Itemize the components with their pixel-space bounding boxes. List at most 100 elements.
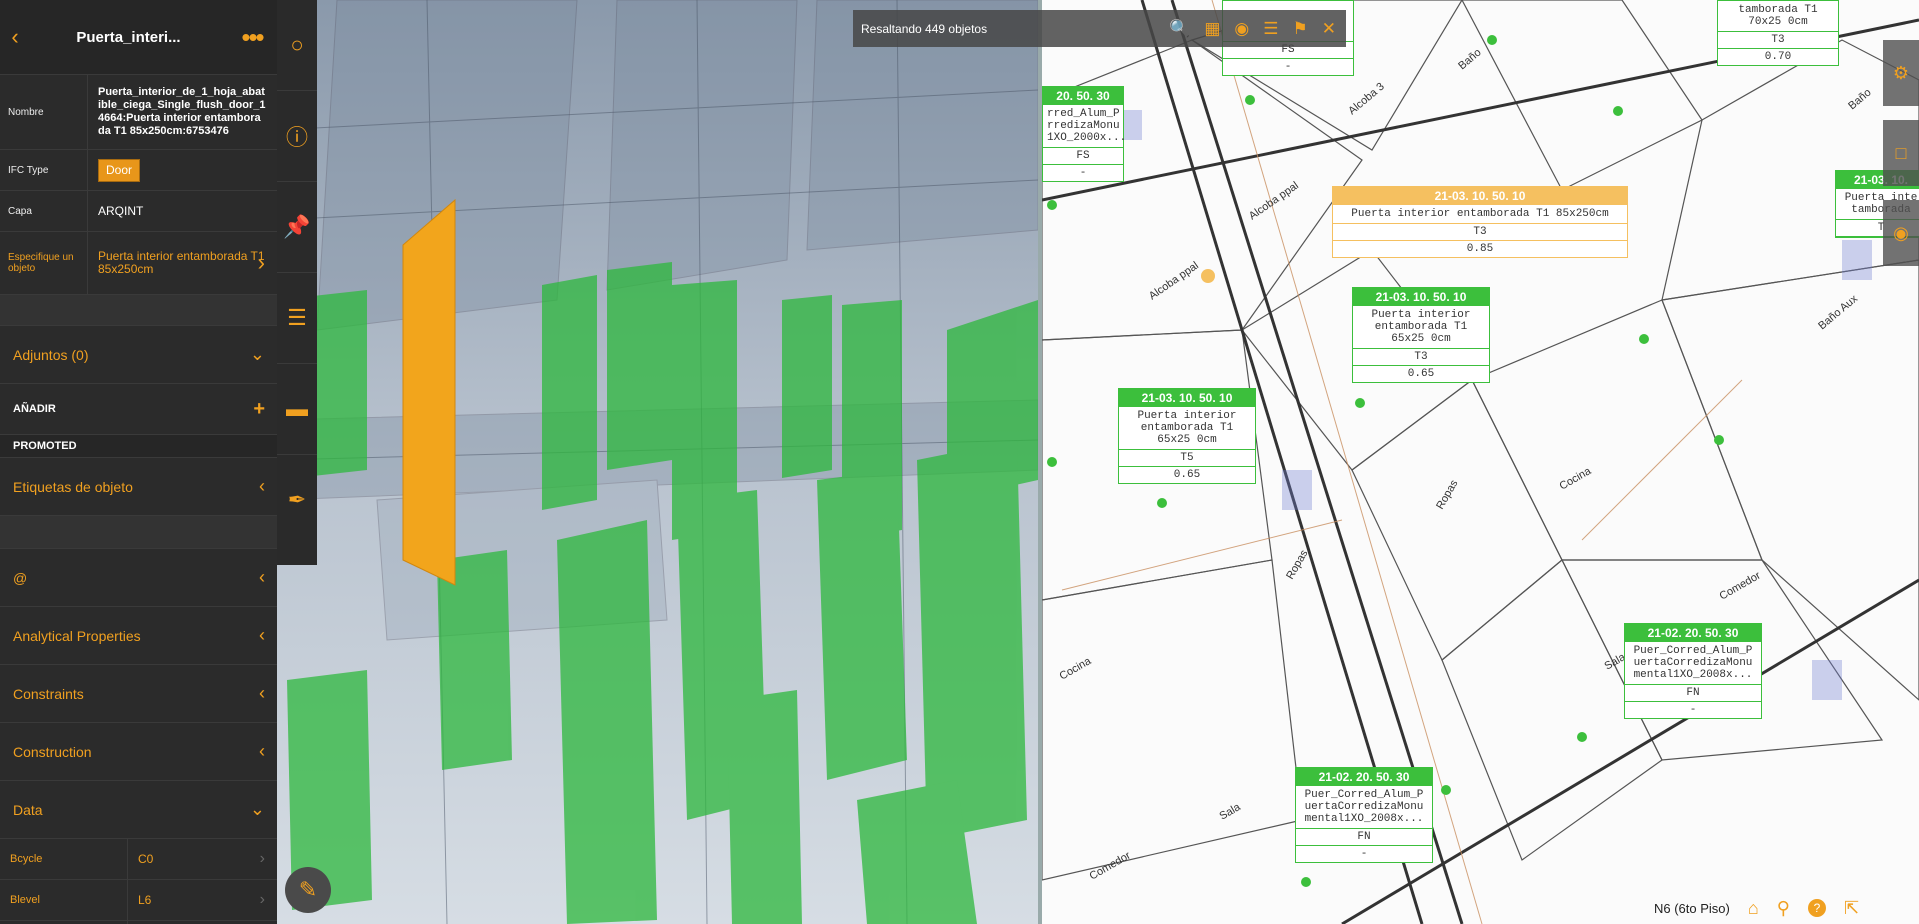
tag-type: T5 (1119, 450, 1255, 467)
add-attachment-row[interactable]: AÑADIR + (0, 383, 277, 434)
tag-value: 0.70 (1764, 51, 1792, 63)
section-label: PROMOTED (13, 440, 77, 452)
tag-description: Puerta interior entamborada T1 85x250cm (1333, 205, 1627, 224)
plus-icon[interactable]: + (253, 398, 265, 421)
highlight-banner: Resaltando 449 objetos 🔍 ▦ ◉ ☰ ⚑ ✕ (853, 10, 1346, 47)
banner-toolbar: 🔍 ▦ ◉ ☰ ⚑ ✕ (1169, 19, 1336, 39)
tag-code: 21-03. 10. 50. 10 (1333, 187, 1627, 205)
section-constraints[interactable]: Constraints ‹ (0, 664, 277, 722)
circle-select-icon[interactable]: ○ (277, 0, 317, 91)
tag-code: 21-03. 10. 50. 10 (1119, 389, 1255, 407)
object-tag[interactable]: 21-02. 20. 50. 30 Puer_Corred_Alum_P uer… (1624, 623, 1762, 719)
tag-description: Puer_Corred_Alum_P uertaCorredizaMonu me… (1296, 786, 1432, 829)
sheet-icon[interactable]: □ (1883, 120, 1919, 186)
tag-icon[interactable]: ⚑ (1293, 19, 1308, 39)
object-tag[interactable]: tamborada T1 70x25 0cm T3 0.70 (1717, 0, 1839, 66)
layers-icon[interactable]: ▦ (1204, 19, 1220, 39)
object-tag[interactable]: 21-03. 10. 50. 10 Puerta interior entamb… (1352, 287, 1490, 383)
tag-description: Puerta interior entamborada T1 65x25 0cm (1119, 407, 1255, 450)
3d-viewport[interactable] (277, 0, 1038, 924)
object-tag[interactable]: 20. 50. 30 rred_Alum_P rredizaMonu 1XO_2… (1042, 86, 1126, 182)
floor-plan-view[interactable]: Alcoba ppal Alcoba ppal Alcoba 3 Baño Ba… (1042, 0, 1919, 924)
section-data[interactable]: Data ⌄ (0, 780, 277, 838)
data-prop-row[interactable]: Bphase A3› (0, 920, 277, 924)
prop-key: Especifique un objeto (0, 232, 88, 294)
split-divider[interactable] (1038, 0, 1042, 924)
back-icon[interactable]: ‹ (0, 24, 30, 50)
info-icon[interactable]: ⓘ (277, 91, 317, 182)
train-icon[interactable]: ▬ (277, 364, 317, 455)
section-construction[interactable]: Construction ‹ (0, 722, 277, 780)
chevron-left-icon: ‹ (259, 683, 265, 703)
prop-value-wrap: C0 › (128, 839, 277, 879)
tag-description: tamborada T1 70x25 0cm (1718, 1, 1838, 32)
prop-value-wrap: Door (88, 150, 277, 190)
prop-value: C0 (138, 852, 154, 866)
tag-type: T3 (1333, 224, 1627, 241)
section-etiquetas[interactable]: Etiquetas de objeto ‹ (0, 457, 277, 515)
panel-title: Puerta_interi... (76, 28, 181, 46)
zoom-icon[interactable]: 🔍 (1169, 19, 1190, 39)
floor-label[interactable]: N6 (6to Piso) (1654, 901, 1730, 916)
chevron-right-icon: › (257, 250, 265, 275)
settings-icon[interactable]: ⚙ (1883, 40, 1919, 106)
visibility-icon[interactable]: ◉ (1883, 200, 1919, 266)
tag-value: - (1689, 704, 1697, 716)
tag-type: FS (1043, 148, 1123, 165)
prop-value: Puerta interior entamborada T1 85x250cm (98, 249, 265, 276)
chevron-down-icon: ⌄ (249, 799, 265, 819)
object-tag[interactable]: 21-02. 20. 50. 30 Puer_Corred_Alum_P uer… (1295, 767, 1433, 863)
prop-value: L6 (138, 893, 152, 907)
expand-icon[interactable]: ⇱ (1844, 898, 1859, 919)
tag-value: - (1360, 848, 1368, 860)
prop-especifique[interactable]: Especifique un objeto Puerta interior en… (0, 231, 277, 294)
data-prop-row[interactable]: Bcycle C0 › (0, 838, 277, 879)
filter-icon[interactable]: ◉ (1234, 19, 1249, 39)
3d-scene (277, 0, 1038, 924)
prop-key: Blevel (0, 880, 128, 920)
section-analytical[interactable]: Analytical Properties ‹ (0, 606, 277, 664)
measure-icon[interactable]: ✒ (277, 455, 317, 545)
chevron-left-icon: ‹ (259, 476, 265, 496)
chevron-right-icon: › (259, 891, 265, 908)
prop-nombre: Nombre Puerta_interior_de_1_hoja_abatibl… (0, 74, 277, 149)
tool-strip: ○ ⓘ 📌 ☰ ▬ ✒ (277, 0, 317, 565)
selected-object-tag[interactable]: 21-03. 10. 50. 10 Puerta interior entamb… (1332, 186, 1628, 258)
close-icon[interactable]: ✕ (1322, 19, 1336, 39)
tag-value: 0.65 (1173, 469, 1201, 481)
data-prop-row[interactable]: Blevel L6 › (0, 879, 277, 920)
plan-bottom-bar: N6 (6to Piso) ⌂ ⚲ ? ⇱ (1654, 892, 1919, 924)
prop-ifc-type: IFC Type Door (0, 149, 277, 190)
tag-value: - (1079, 167, 1087, 179)
chevron-right-icon: › (259, 850, 265, 867)
section-label: Construction (13, 743, 92, 760)
more-options-icon[interactable]: ••• (227, 22, 277, 53)
help-icon[interactable]: ? (1807, 899, 1826, 917)
promoted-header: PROMOTED (0, 434, 277, 457)
highlight-count-text: Resaltando 449 objetos (861, 21, 988, 36)
home-icon[interactable]: ⌂ (1748, 898, 1759, 919)
tag-description: Puerta interior entamborada T1 65x25 0cm (1353, 306, 1489, 349)
section-label: Data (13, 801, 43, 818)
tag-value: 0.85 (1466, 243, 1494, 255)
tag-value: - (1284, 61, 1292, 73)
pin-icon[interactable]: 📌 (277, 182, 317, 273)
selected-door[interactable] (402, 198, 456, 586)
tag-code: 21-03. 10. 50. 10 (1353, 288, 1489, 306)
prop-value: ARQINT (98, 203, 144, 218)
search-icon[interactable]: ⚲ (1777, 898, 1790, 919)
prop-key: Nombre (0, 75, 88, 149)
section-label: Analytical Properties (13, 627, 141, 644)
properties-panel: ‹ Puerta_interi... ••• Nombre Puerta_int… (0, 0, 277, 924)
chevron-left-icon: ‹ (259, 625, 265, 645)
tag-type: T3 (1353, 349, 1489, 366)
object-tag[interactable]: 21-03. 10. 50. 10 Puerta interior entamb… (1118, 388, 1256, 484)
section-adjuntos[interactable]: Adjuntos (0) ⌄ (0, 325, 277, 383)
divider (0, 294, 277, 325)
markup-pen-icon[interactable]: ✎ (285, 867, 331, 913)
section-label: Constraints (13, 685, 84, 702)
tag-code: 21-02. 20. 50. 30 (1625, 624, 1761, 642)
sheet-icon[interactable]: ☰ (277, 273, 317, 364)
section-at[interactable]: @ ‹ (0, 548, 277, 606)
list-icon[interactable]: ☰ (1263, 19, 1278, 39)
